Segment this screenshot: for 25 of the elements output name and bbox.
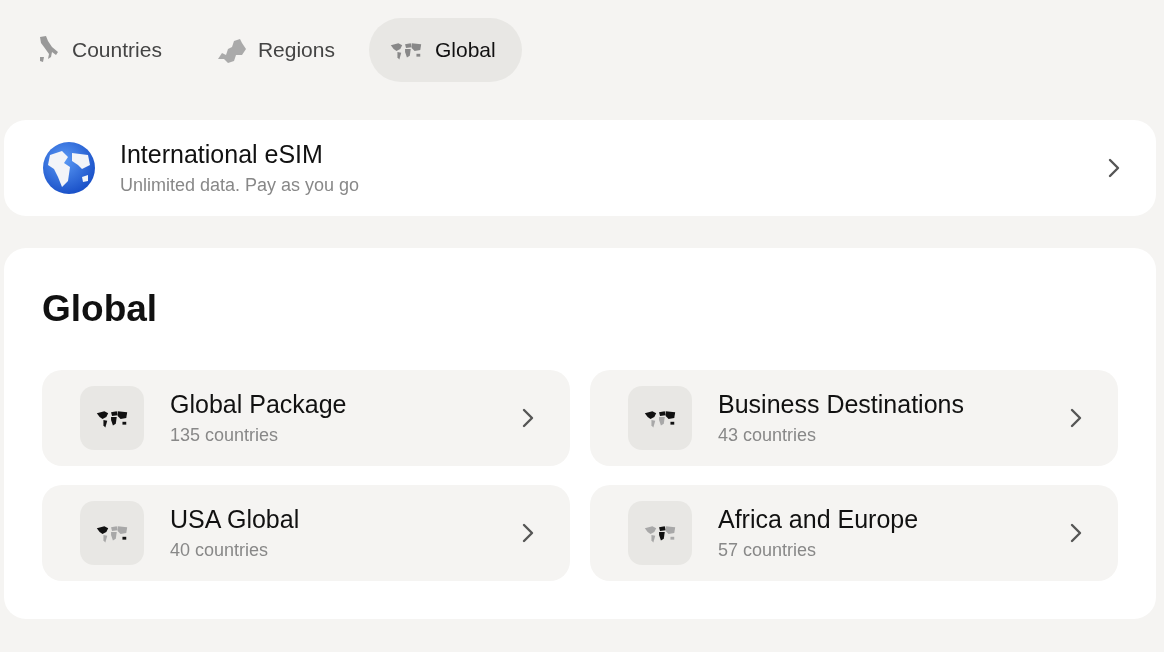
package-name: Africa and Europe <box>718 505 920 534</box>
package-country-count: 40 countries <box>170 540 270 561</box>
package-card[interactable]: Business Destinations 43 countries <box>590 370 1118 466</box>
section-title: Global <box>42 288 159 330</box>
banner-title: International eSIM <box>120 140 324 169</box>
package-country-count: 135 countries <box>170 425 280 446</box>
international-esim-card[interactable]: International eSIM Unlimited data. Pay as you go <box>4 120 1156 216</box>
globe-icon <box>42 141 96 195</box>
chevron-right-icon <box>522 408 534 428</box>
tab[interactable]: Countries <box>18 18 188 82</box>
banner-subtitle: Unlimited data. Pay as you go <box>120 175 361 196</box>
package-country-count: 43 countries <box>718 425 818 446</box>
package-name: Global Package <box>170 390 348 419</box>
package-name: Business Destinations <box>718 390 965 419</box>
tab[interactable]: Regions <box>195 18 361 82</box>
package-country-count: 57 countries <box>718 540 818 561</box>
chevron-right-icon <box>1070 523 1082 543</box>
package-card[interactable]: Africa and Europe 57 countries <box>590 485 1118 581</box>
chevron-right-icon <box>522 523 534 543</box>
package-name: USA Global <box>170 505 301 534</box>
tab[interactable]: Global <box>368 18 522 82</box>
package-card[interactable]: USA Global 40 countries <box>42 485 570 581</box>
chevron-right-icon <box>1108 158 1120 178</box>
chevron-right-icon <box>1070 408 1082 428</box>
package-card[interactable]: Global Package 135 countries <box>42 370 570 466</box>
